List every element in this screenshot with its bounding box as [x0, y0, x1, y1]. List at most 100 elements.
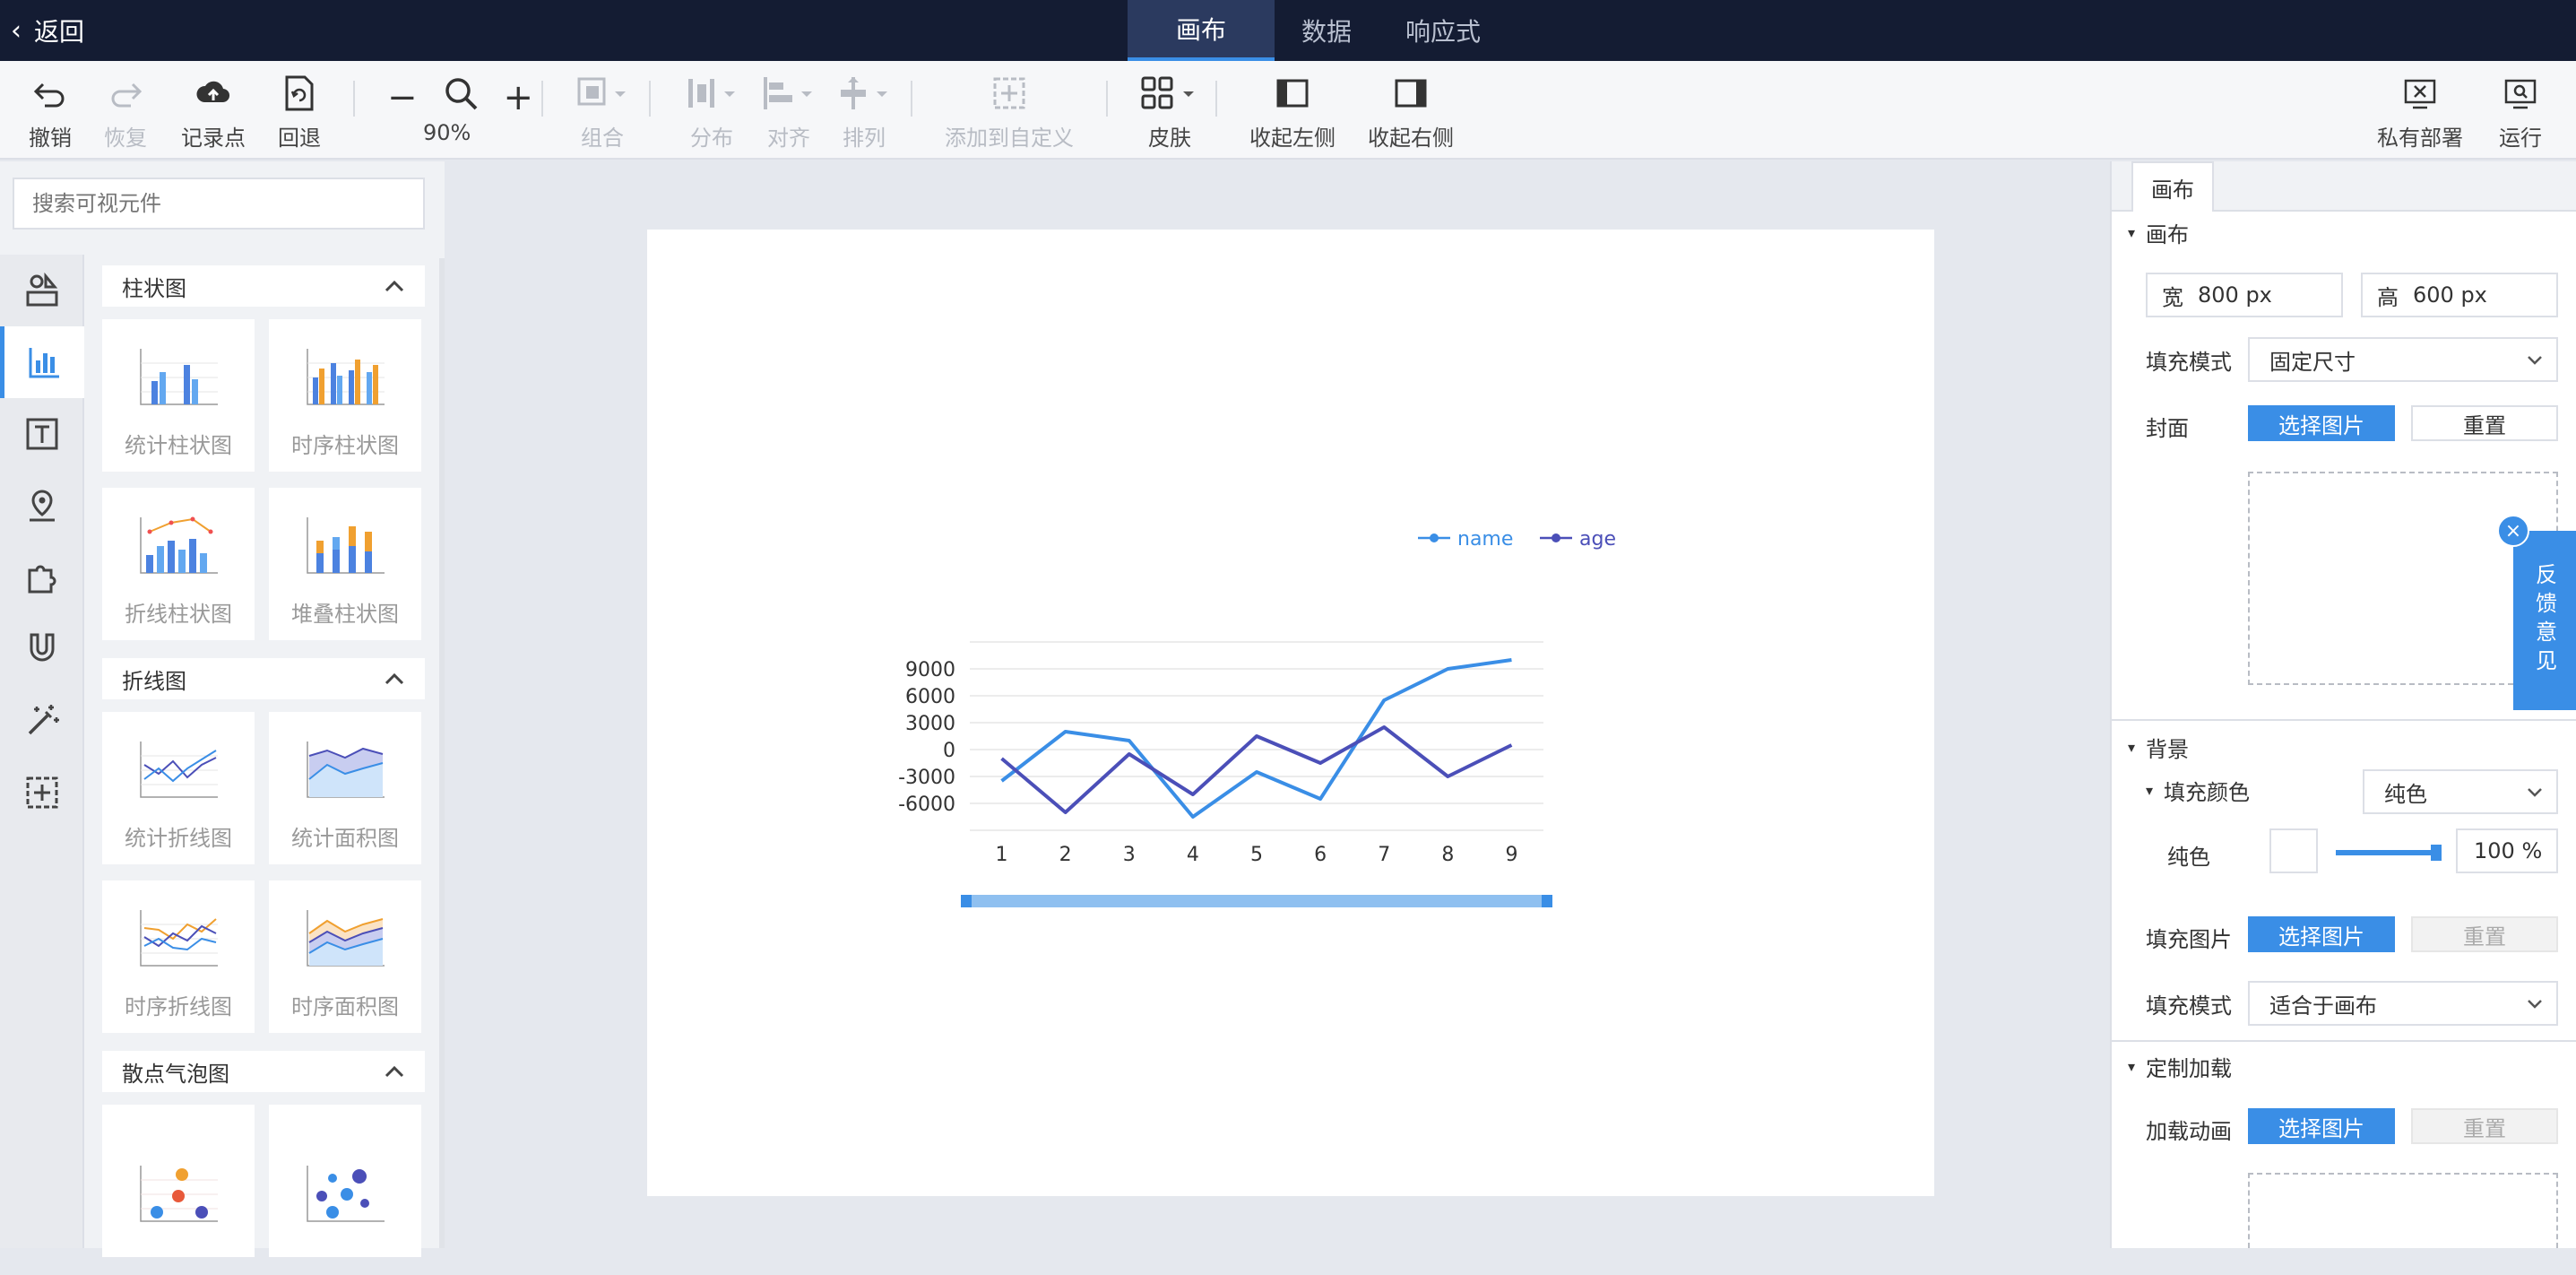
fill-color-toggle[interactable]: ▾ 填充颜色: [2146, 775, 2250, 806]
undo-button[interactable]: 撤销: [29, 72, 72, 152]
x-tick-label: 1: [996, 844, 1008, 866]
tab-data[interactable]: 数据: [1275, 0, 1379, 61]
category-custom[interactable]: [0, 757, 84, 828]
fill-color-select[interactable]: 纯色: [2363, 769, 2558, 814]
tab-canvas[interactable]: 画布: [1128, 0, 1275, 61]
component-label: 时序柱状图: [291, 433, 399, 458]
group-button[interactable]: 组合: [575, 72, 629, 152]
component-card[interactable]: 统计折线图: [102, 712, 255, 864]
load-reset-button[interactable]: 重置: [2411, 1108, 2558, 1144]
back-button[interactable]: ‹ 返回: [11, 0, 84, 61]
legend-marker-dot: [1430, 533, 1439, 542]
zoom-in-button[interactable]: +: [504, 77, 534, 118]
fill-select-image-button[interactable]: 选择图片: [2248, 916, 2395, 952]
category-text[interactable]: [0, 398, 84, 470]
component-card[interactable]: 时序面积图: [269, 880, 421, 1033]
collapse-left-button[interactable]: 收起左侧: [1249, 72, 1336, 152]
y-tick-label: -6000: [898, 794, 955, 816]
feedback-button[interactable]: 反馈意见: [2513, 531, 2576, 710]
component-card[interactable]: [102, 1105, 255, 1257]
add-box-icon: [26, 776, 58, 809]
component-card[interactable]: [269, 1105, 421, 1257]
fill-reset-button[interactable]: 重置: [2411, 916, 2558, 952]
section-custom-load[interactable]: ▾ 定制加载: [2128, 1051, 2232, 1082]
zoom-out-button[interactable]: −: [387, 77, 418, 118]
cover-image-dropzone[interactable]: [2248, 472, 2558, 685]
fill-image-mode-select[interactable]: 适合于画布: [2248, 981, 2558, 1026]
skin-button[interactable]: 皮肤: [1140, 72, 1199, 152]
left-panel-scrollbar[interactable]: [439, 258, 445, 1248]
private-deploy-button[interactable]: 私有部署: [2377, 72, 2463, 152]
redo-button[interactable]: 恢复: [104, 72, 147, 152]
category-header-scatter[interactable]: 散点气泡图: [102, 1051, 425, 1092]
toolbar-divider: [911, 81, 912, 117]
data-zoom-handle-left[interactable]: [961, 895, 972, 907]
opacity-input[interactable]: 100 %: [2456, 828, 2558, 873]
category-header-bar-charts[interactable]: 柱状图: [102, 265, 425, 307]
opacity-slider-handle[interactable]: [2431, 845, 2442, 861]
toolbar-divider: [541, 81, 543, 117]
revert-button[interactable]: 回退: [278, 72, 321, 152]
line-bar-chart-thumbnail: [140, 516, 218, 574]
category-magnet[interactable]: [0, 613, 84, 685]
run-button[interactable]: 运行: [2499, 72, 2542, 152]
y-tick-label: 3000: [905, 713, 955, 735]
record-point-button[interactable]: 记录点: [181, 72, 246, 152]
canvas-height-input[interactable]: 高 600 px: [2361, 273, 2558, 317]
tab-responsive[interactable]: 响应式: [1379, 0, 1508, 61]
category-map[interactable]: [0, 470, 84, 542]
magic-wand-icon: [28, 705, 59, 735]
add-to-custom-button[interactable]: 添加到自定义: [945, 72, 1074, 152]
align-button[interactable]: 对齐: [760, 72, 817, 152]
redo-icon: [108, 72, 143, 115]
design-canvas[interactable]: 9000 6000 3000 0 -3000 -6000 1 2 3 4 5 6 7 8 9 name age: [647, 230, 1934, 1196]
data-zoom-slider[interactable]: [961, 895, 1552, 907]
fill-mode-select[interactable]: 固定尺寸: [2248, 337, 2558, 382]
x-tick-label: 7: [1378, 844, 1390, 866]
component-card[interactable]: 统计面积图: [269, 712, 421, 864]
component-card[interactable]: 统计柱状图: [102, 319, 255, 472]
color-swatch[interactable]: [2269, 828, 2318, 873]
scatter-chart-thumbnail: [140, 1166, 218, 1222]
width-label: 宽: [2162, 284, 2183, 310]
component-card[interactable]: 时序折线图: [102, 880, 255, 1033]
section-background[interactable]: ▾ 背景: [2128, 732, 2189, 763]
category-header-line-charts[interactable]: 折线图: [102, 658, 425, 699]
category-charts[interactable]: [0, 326, 84, 398]
text-icon: [26, 418, 58, 450]
distribute-button[interactable]: 分布: [683, 72, 740, 152]
y-tick-label: 0: [943, 740, 955, 762]
category-magic[interactable]: [0, 685, 84, 757]
load-animation-dropzone[interactable]: [2248, 1173, 2558, 1248]
component-card[interactable]: 时序柱状图: [269, 319, 421, 472]
data-zoom-handle-right[interactable]: [1542, 895, 1552, 907]
feedback-close-icon[interactable]: ×: [2497, 515, 2529, 547]
align-label: 对齐: [767, 126, 810, 151]
canvas-width-input[interactable]: 宽 800 px: [2146, 273, 2343, 317]
opacity-slider-track[interactable]: [2336, 850, 2438, 855]
load-select-image-button[interactable]: 选择图片: [2248, 1108, 2395, 1144]
time-line-chart-thumbnail: [140, 910, 218, 967]
fill-color-label: 填充颜色: [2164, 780, 2251, 805]
arrange-button[interactable]: 排列: [835, 72, 893, 152]
component-search-input[interactable]: [13, 178, 425, 230]
x-tick-label: 4: [1187, 844, 1199, 866]
undo-icon: [32, 72, 68, 115]
cover-select-image-button[interactable]: 选择图片: [2248, 405, 2395, 441]
category-basic[interactable]: [0, 255, 84, 326]
collapse-right-button[interactable]: 收起右侧: [1368, 72, 1454, 152]
category-plugins[interactable]: [0, 542, 84, 613]
chevron-down-icon: [2528, 788, 2542, 797]
cloud-upload-icon: [194, 72, 233, 115]
zoom-icon: [443, 75, 479, 120]
cover-reset-button[interactable]: 重置: [2411, 405, 2558, 441]
chevron-down-icon: [2528, 1000, 2542, 1009]
component-card[interactable]: 折线柱状图: [102, 488, 255, 640]
section-title: 背景: [2146, 737, 2190, 762]
section-canvas[interactable]: ▾ 画布: [2128, 217, 2189, 248]
component-card[interactable]: 堆叠柱状图: [269, 488, 421, 640]
tab-canvas-properties[interactable]: 画布: [2131, 161, 2214, 212]
component-panel: 柱状图 统计柱状图 时序柱状图 折线柱状图 堆叠柱状图 折线图: [0, 161, 445, 1257]
line-chart-widget[interactable]: 9000 6000 3000 0 -3000 -6000 1 2 3 4 5 6 7 8 9 name age: [647, 230, 1934, 1196]
stacked-bar-chart-thumbnail: [307, 517, 385, 574]
